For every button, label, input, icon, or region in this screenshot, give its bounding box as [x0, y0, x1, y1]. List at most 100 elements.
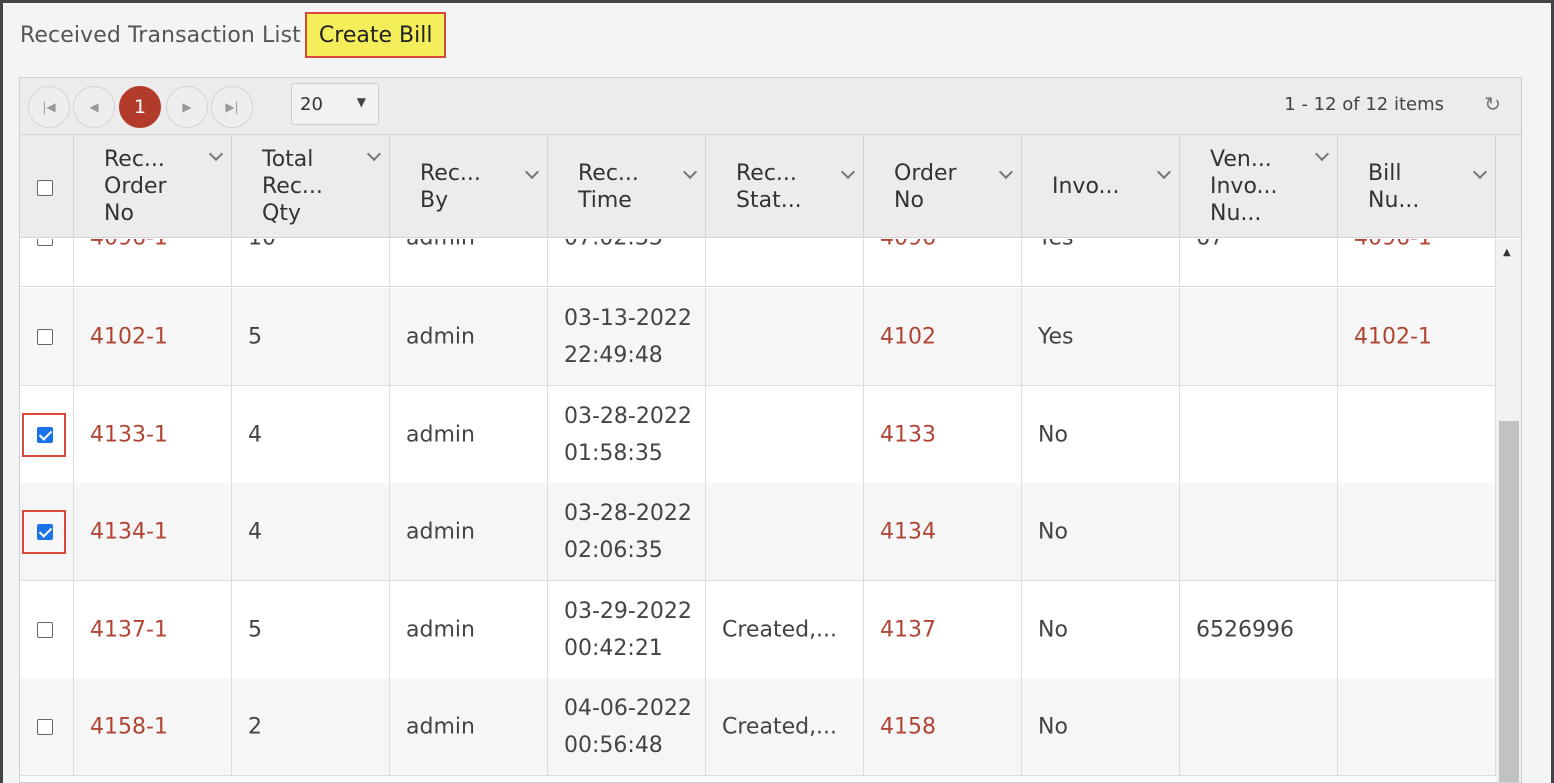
cell-text: admin: [406, 617, 475, 642]
cell-invoiced: No: [1022, 483, 1180, 580]
cell-link[interactable]: 4134: [880, 519, 936, 544]
cell-text: admin: [406, 239, 475, 250]
column-header[interactable]: Rec... Order No: [74, 135, 232, 238]
row-checkbox[interactable]: [37, 718, 53, 735]
cell-link[interactable]: 4102-1: [1354, 324, 1432, 349]
column-header[interactable]: Rec... Stat...: [706, 135, 864, 238]
cell-link[interactable]: 4096-1: [1354, 239, 1432, 250]
page-title: Received Transaction List: [20, 22, 301, 48]
row-checkbox[interactable]: [37, 328, 53, 345]
column-header-label: Rec... Order No: [104, 147, 167, 226]
page-1-button[interactable]: 1: [119, 86, 161, 128]
cell-link[interactable]: 4096: [880, 239, 936, 250]
cell-text: admin: [406, 422, 475, 447]
refresh-icon[interactable]: ↻: [1484, 92, 1501, 116]
chevron-down-icon[interactable]: [1317, 149, 1327, 159]
column-header-label: Ven... Invo... Nu...: [1210, 147, 1278, 226]
table-row[interactable]: 4158-1 2 admin 04-06-2022 00:56:48 Created,.…: [20, 678, 1496, 776]
cell-qty: 4: [232, 386, 390, 483]
page-size-select[interactable]: 20 ▼: [291, 83, 379, 125]
table-row[interactable]: 4134-1 4 admin 03-28-2022 02:06:35 4134 No: [20, 483, 1496, 581]
cell-link[interactable]: 4133-1: [90, 422, 168, 447]
cell-text: No: [1038, 617, 1068, 642]
cell-link[interactable]: 4158-1: [90, 714, 168, 739]
row-select-cell: [20, 386, 74, 483]
column-header[interactable]: Invo...: [1022, 135, 1180, 238]
cell-text: Yes: [1038, 324, 1074, 349]
cell-link[interactable]: 4158: [880, 714, 936, 739]
row-select-cell: [20, 239, 74, 286]
chevron-down-icon[interactable]: [527, 167, 537, 177]
cell-text: No: [1038, 422, 1068, 447]
cell-text: Created,...: [722, 714, 838, 739]
column-header[interactable]: Bill Nu...: [1338, 135, 1496, 238]
cell-vendor-invoice: [1180, 678, 1338, 775]
create-bill-button[interactable]: Create Bill: [304, 12, 447, 58]
select-all-checkbox[interactable]: [37, 180, 53, 196]
chevron-down-icon[interactable]: [685, 167, 695, 177]
cell-text: 5: [248, 324, 262, 349]
next-page-icon: ▶: [182, 100, 192, 114]
cell-qty: 10: [232, 239, 390, 286]
cell-link[interactable]: 4134-1: [90, 519, 168, 544]
cell-text: 67: [1196, 239, 1224, 250]
column-header[interactable]: Order No: [864, 135, 1022, 238]
cell-qty: 5: [232, 288, 390, 385]
page-header: Received Transaction List Create Bill: [20, 12, 447, 58]
cell-link[interactable]: 4133: [880, 422, 936, 447]
column-header[interactable]: Ven... Invo... Nu...: [1180, 135, 1338, 238]
table-row[interactable]: 4096-1 10 admin 07:02:33 4096 Yes 67 4096-1: [20, 239, 1496, 287]
scrollbar-thumb[interactable]: [1499, 421, 1519, 782]
vertical-scrollbar[interactable]: ▲: [1496, 239, 1521, 782]
cell-status: Created,...: [706, 581, 864, 678]
last-page-button[interactable]: ▶|: [211, 86, 253, 128]
column-header[interactable]: Rec... By: [390, 135, 548, 238]
cell-text: Yes: [1038, 239, 1074, 250]
chevron-down-icon[interactable]: [1001, 167, 1011, 177]
cell-status: [706, 386, 864, 483]
row-select-cell: [20, 288, 74, 385]
cell-link[interactable]: 4096-1: [90, 239, 168, 250]
cell-order-no: 4158: [864, 678, 1022, 775]
row-select-cell: [20, 581, 74, 678]
row-checkbox[interactable]: [37, 621, 53, 638]
chevron-down-icon[interactable]: [369, 149, 379, 159]
cell-time: 03-29-2022 00:42:21: [548, 581, 706, 678]
cell-vendor-invoice: 67: [1180, 239, 1338, 286]
cell-text: 4: [248, 422, 262, 447]
chevron-down-icon[interactable]: [211, 149, 221, 159]
cell-qty: 4: [232, 483, 390, 580]
cell-invoiced: No: [1022, 386, 1180, 483]
next-page-button[interactable]: ▶: [166, 86, 208, 128]
cell-time: 03-28-2022 02:06:35: [548, 483, 706, 580]
cell-link[interactable]: 4137-1: [90, 617, 168, 642]
row-select-cell: [20, 678, 74, 775]
cell-time: 03-13-2022 22:49:48: [548, 288, 706, 385]
cell-invoiced: No: [1022, 678, 1180, 775]
header-select-all: [20, 135, 74, 238]
table-row[interactable]: 4133-1 4 admin 03-28-2022 01:58:35 4133 No: [20, 386, 1496, 484]
chevron-down-icon[interactable]: [843, 167, 853, 177]
transaction-grid: |◀ ◀ 1 ▶ ▶| 20 ▼ 1 - 12 of 12 items ↻ Re…: [19, 77, 1522, 783]
chevron-down-icon[interactable]: [1475, 167, 1485, 177]
cell-link[interactable]: 4102-1: [90, 324, 168, 349]
cell-text: 03-29-2022 00:42:21: [564, 598, 692, 661]
chevron-down-icon[interactable]: [1159, 167, 1169, 177]
cell-text: 5: [248, 617, 262, 642]
cell-order: 4096-1: [74, 239, 232, 286]
first-page-button[interactable]: |◀: [28, 86, 70, 128]
pager-info: 1 - 12 of 12 items: [1284, 94, 1444, 115]
cell-link[interactable]: 4137: [880, 617, 936, 642]
cell-by: admin: [390, 678, 548, 775]
cell-order: 4137-1: [74, 581, 232, 678]
scroll-up-icon[interactable]: ▲: [1503, 247, 1511, 258]
table-row[interactable]: 4102-1 5 admin 03-13-2022 22:49:48 4102 Yes 41…: [20, 288, 1496, 386]
column-header-label: Rec... Stat...: [736, 160, 802, 213]
column-header[interactable]: Rec... Time: [548, 135, 706, 238]
cell-text: 03-13-2022 22:49:48: [564, 305, 692, 368]
row-checkbox[interactable]: [37, 239, 53, 246]
column-header[interactable]: Total Rec... Qty: [232, 135, 390, 238]
table-row[interactable]: 4137-1 5 admin 03-29-2022 00:42:21 Created,.…: [20, 581, 1496, 679]
cell-link[interactable]: 4102: [880, 324, 936, 349]
prev-page-button[interactable]: ◀: [73, 86, 115, 128]
